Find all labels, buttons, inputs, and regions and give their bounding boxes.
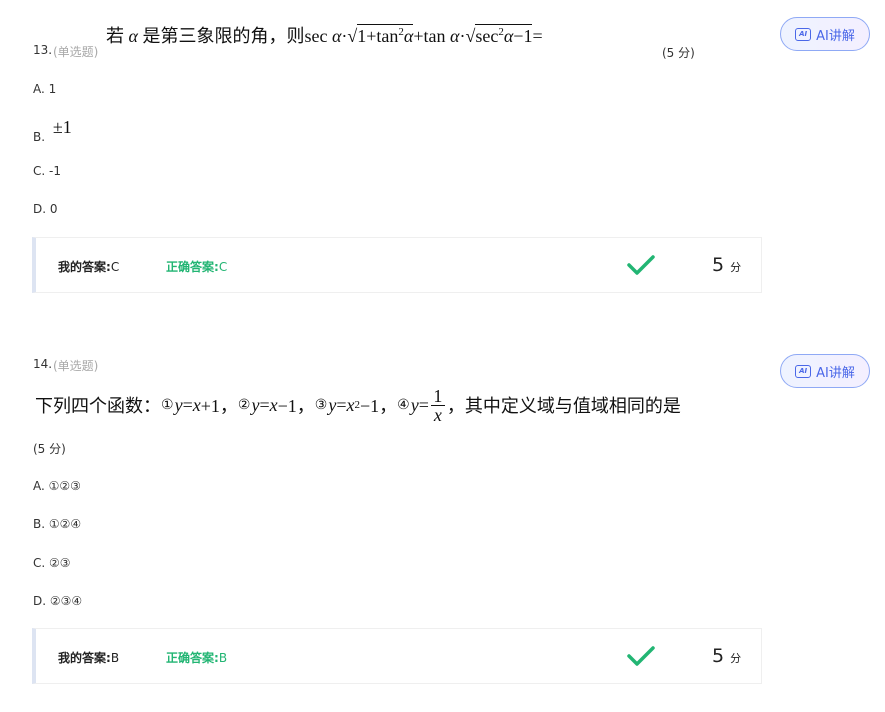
ai-explain-button[interactable]: AI AI讲解 [780, 17, 870, 51]
my-answer: 我的答案:C [58, 260, 120, 274]
question-number: 14. [33, 357, 53, 371]
question-type: (单选题) [53, 359, 99, 373]
question-score: (5 分) [662, 46, 695, 60]
question-number: 13. [33, 43, 53, 57]
answer-box: 我的答案:C 正确答案:C 5 分 [32, 237, 762, 293]
points-earned: 5 分 [712, 254, 742, 276]
answer-box: 我的答案:B 正确答案:B 5 分 [32, 628, 762, 684]
ai-explain-label: AI讲解 [816, 28, 855, 44]
ai-explain-label: AI讲解 [816, 365, 855, 381]
question-stem: 若 α 是第三象限的角，则sec α·√1+tan2α+tan α·√sec2α… [106, 24, 543, 47]
option-d[interactable]: D. ②③④ [33, 594, 82, 608]
my-answer: 我的答案:B [58, 651, 120, 665]
ai-explain-button[interactable]: AI AI讲解 [780, 354, 870, 388]
option-b[interactable]: B. ①②④ [33, 517, 81, 531]
checkmark-icon [627, 646, 655, 666]
option-a[interactable]: A. 1 [33, 82, 56, 96]
option-a[interactable]: A. ①②③ [33, 479, 81, 493]
checkmark-icon [627, 255, 655, 275]
stem-formula: ① y = x +1， ② y = x −1， ③ y = x 2 −1， ④ y = 1x [161, 387, 447, 424]
ai-icon: AI [795, 27, 812, 41]
points-earned: 5 分 [712, 645, 742, 667]
question-score: (5 分) [33, 442, 66, 456]
option-b[interactable]: B. ±1 [33, 117, 72, 144]
ai-icon: AI [795, 364, 812, 378]
option-c[interactable]: C. ②③ [33, 556, 71, 570]
question-stem: 下列四个函数： ① y = x +1， ② y = x −1， ③ y = x 2 −1， ④ y = 1x … [35, 385, 681, 425]
option-c[interactable]: C. -1 [33, 164, 61, 178]
stem-formula: sec α·√1+tan2α+tan α·√sec2α−1= [304, 24, 543, 46]
correct-answer: 正确答案:C [166, 260, 228, 274]
correct-answer: 正确答案:B [166, 651, 228, 665]
question-type: (单选题) [53, 45, 99, 59]
option-d[interactable]: D. 0 [33, 202, 58, 216]
